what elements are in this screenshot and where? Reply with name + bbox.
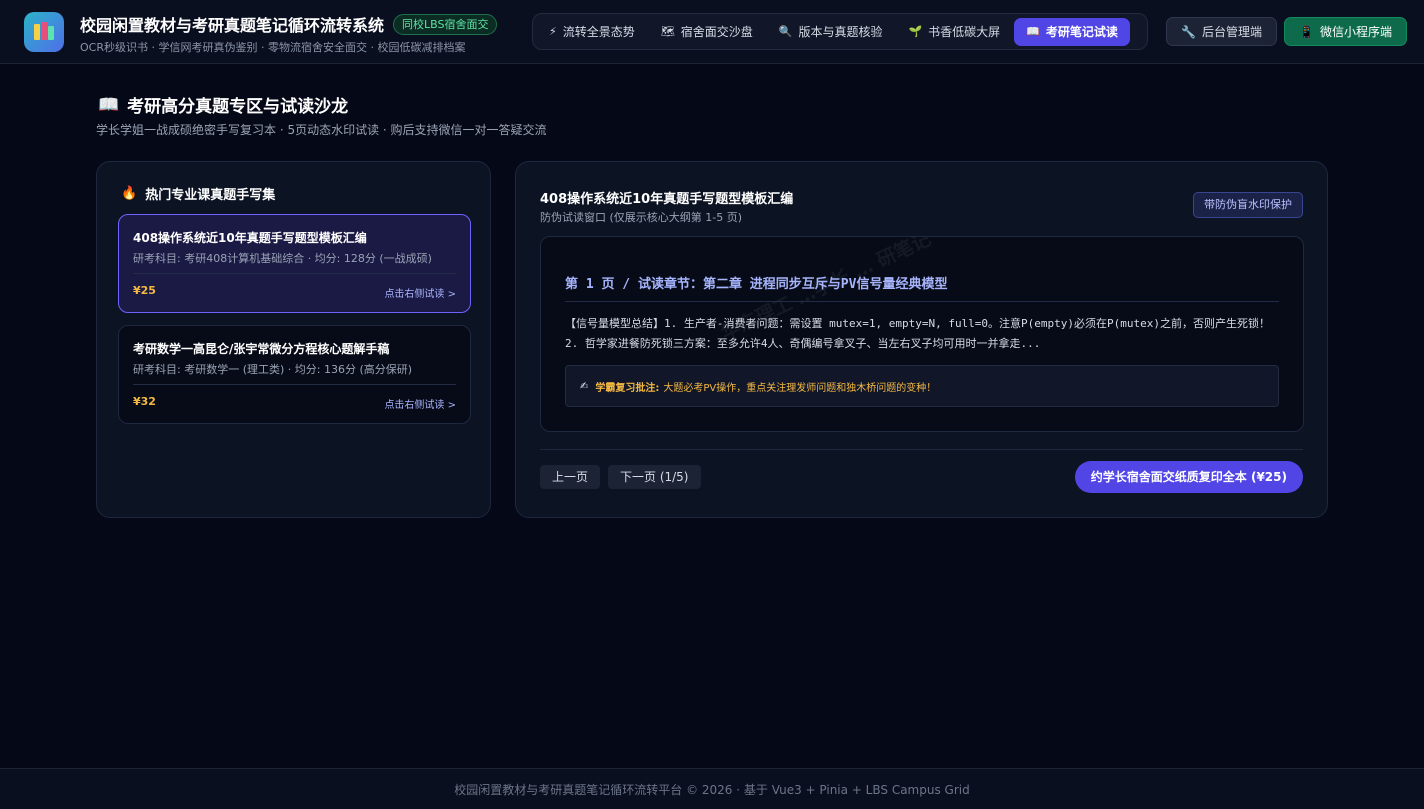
phone-icon: 📱 bbox=[1299, 24, 1314, 39]
nav-tab-label: 版本与真题核验 bbox=[798, 25, 883, 39]
card-title: 408操作系统近10年真题手写题型模板汇编 bbox=[133, 231, 367, 245]
page-body-text: 【信号量模型总结】1. 生产者-消费者问题：需设置 mutex=1, empty… bbox=[565, 317, 1271, 350]
app-title: 校园闲置教材与考研真题笔记循环流转系统 bbox=[80, 16, 385, 35]
section-subtitle: 学长学姐一战成硕绝密手写复习本 · 5页动态水印试读 · 购后支持微信一对一答疑… bbox=[96, 123, 547, 137]
nav-tab-overview[interactable]: ⚡ 流转全景态势 bbox=[537, 18, 647, 46]
admin-button-label: 后台管理端 bbox=[1201, 25, 1262, 39]
card-meta: 研考科目: 考研数学一 (理工类) · 均分: 136分 (高分保研) bbox=[133, 363, 413, 376]
panel-title-text: 热门专业课真题手写集 bbox=[145, 188, 276, 203]
card-trial-link[interactable]: 点击右侧试读 > bbox=[384, 396, 456, 411]
card-price: ¥25 bbox=[133, 284, 156, 297]
nav-tab-label: 考研笔记试读 bbox=[1045, 25, 1118, 39]
card-divider bbox=[133, 384, 456, 385]
annotation-label: 学霸复习批注: bbox=[595, 382, 660, 394]
nav-tab-lowcarbon[interactable]: 🌱 书香低碳大屏 bbox=[896, 18, 1012, 46]
card-price: ¥32 bbox=[133, 395, 156, 408]
wechat-miniapp-button[interactable]: 📱 微信小程序端 bbox=[1284, 17, 1407, 46]
section-title: 📖 考研高分真题专区与试读沙龙 bbox=[98, 92, 349, 118]
reader-subtitle: 防伪试读窗口 (仅展示核心大纲第 1-5 页) bbox=[540, 211, 743, 224]
admin-button[interactable]: 🔧 后台管理端 bbox=[1166, 17, 1277, 46]
book-meetup-button[interactable]: 约学长宿舍面交纸质复印全本 (¥25) bbox=[1074, 461, 1303, 493]
chapter-heading: 第 1 页 / 试读章节：第二章 进程同步互斥与PV信号量经典模型 bbox=[565, 277, 948, 292]
annotation-text: 大题必考PV操作，重点关注理发师问题和独木桥问题的变种！ bbox=[663, 382, 937, 394]
reader-page: 华东理工 …学长 … 研笔记 · 严禁翻印 第 1 页 / 试读章节：第二章 进… bbox=[540, 236, 1304, 432]
wechat-button-label: 微信小程序端 bbox=[1319, 25, 1392, 39]
top-bar: 校园闲置教材与考研真题笔记循环流转系统 同校LBS宿舍面交 OCR秒级识书 · … bbox=[0, 0, 1424, 64]
nav-tab-label: 流转全景态势 bbox=[562, 25, 635, 39]
section-title-text: 考研高分真题专区与试读沙龙 bbox=[127, 97, 349, 117]
sprout-icon: 🌱 bbox=[908, 25, 923, 38]
next-page-button[interactable]: 下一页 (1/5) bbox=[608, 465, 701, 489]
wrench-icon: 🔧 bbox=[1181, 24, 1196, 39]
nav-tab-dorm-sandbox[interactable]: 🗺 宿舍面交沙盘 bbox=[649, 18, 765, 46]
footer: 校园闲置教材与考研真题笔记循环流转平台 © 2026 · 基于 Vue3 + P… bbox=[0, 768, 1424, 809]
books-icon bbox=[34, 22, 54, 40]
magnifier-icon: 🔍 bbox=[778, 25, 793, 38]
lbs-badge: 同校LBS宿舍面交 bbox=[393, 13, 498, 35]
chapter-divider bbox=[565, 301, 1279, 302]
open-book-icon: 📖 bbox=[98, 94, 120, 115]
fire-icon: 🔥 bbox=[121, 186, 138, 201]
book-icon: 📖 bbox=[1026, 25, 1040, 38]
card-trial-link[interactable]: 点击右侧试读 > bbox=[384, 285, 456, 300]
hot-notes-panel: 🔥 热门专业课真题手写集 408操作系统近10年真题手写题型模板汇编 研考科目:… bbox=[96, 161, 491, 518]
map-icon: 🗺 bbox=[660, 25, 675, 38]
note-card-math1[interactable]: 考研数学一高昆仑/张宇常微分方程核心题解手稿 研考科目: 考研数学一 (理工类)… bbox=[118, 325, 471, 424]
app-subtitle: OCR秒级识书 · 学信网考研真伪鉴别 · 零物流宿舍安全面交 · 校园低碳减排… bbox=[80, 41, 466, 54]
nav-tab-label: 书香低碳大屏 bbox=[928, 25, 1001, 39]
study-annotation: ✍ 学霸复习批注: 大题必考PV操作，重点关注理发师问题和独木桥问题的变种！ bbox=[565, 365, 1279, 407]
card-divider bbox=[133, 273, 456, 274]
writing-hand-icon: ✍ bbox=[580, 380, 589, 392]
prev-page-button[interactable]: 上一页 bbox=[540, 465, 601, 489]
nav-tab-verify[interactable]: 🔍 版本与真题核验 bbox=[767, 18, 895, 46]
main-nav: ⚡ 流转全景态势 🗺 宿舍面交沙盘 🔍 版本与真题核验 🌱 书香低碳大屏 📖 考… bbox=[532, 13, 1148, 50]
nav-tab-notes-trial[interactable]: 📖 考研笔记试读 bbox=[1014, 17, 1130, 46]
app-logo bbox=[24, 12, 64, 52]
reader-divider bbox=[540, 449, 1303, 450]
brand: 校园闲置教材与考研真题笔记循环流转系统 同校LBS宿舍面交 OCR秒级识书 · … bbox=[80, 12, 498, 55]
card-title: 考研数学一高昆仑/张宇常微分方程核心题解手稿 bbox=[133, 342, 390, 356]
watermark-badge: 带防伪盲水印保护 bbox=[1193, 192, 1303, 218]
lightning-icon: ⚡ bbox=[549, 25, 557, 38]
card-meta: 研考科目: 考研408计算机基础综合 · 均分: 128分 (一战成硕) bbox=[133, 252, 432, 265]
nav-tab-label: 宿舍面交沙盘 bbox=[680, 25, 753, 39]
reader-title: 408操作系统近10年真题手写题型模板汇编 bbox=[540, 192, 794, 207]
note-card-408-os[interactable]: 408操作系统近10年真题手写题型模板汇编 研考科目: 考研408计算机基础综合… bbox=[118, 214, 471, 313]
trial-reader-panel: 408操作系统近10年真题手写题型模板汇编 防伪试读窗口 (仅展示核心大纲第 1… bbox=[515, 161, 1328, 518]
footer-text: 校园闲置教材与考研真题笔记循环流转平台 © 2026 · 基于 Vue3 + P… bbox=[454, 782, 970, 797]
panel-title: 🔥 热门专业课真题手写集 bbox=[121, 184, 275, 203]
